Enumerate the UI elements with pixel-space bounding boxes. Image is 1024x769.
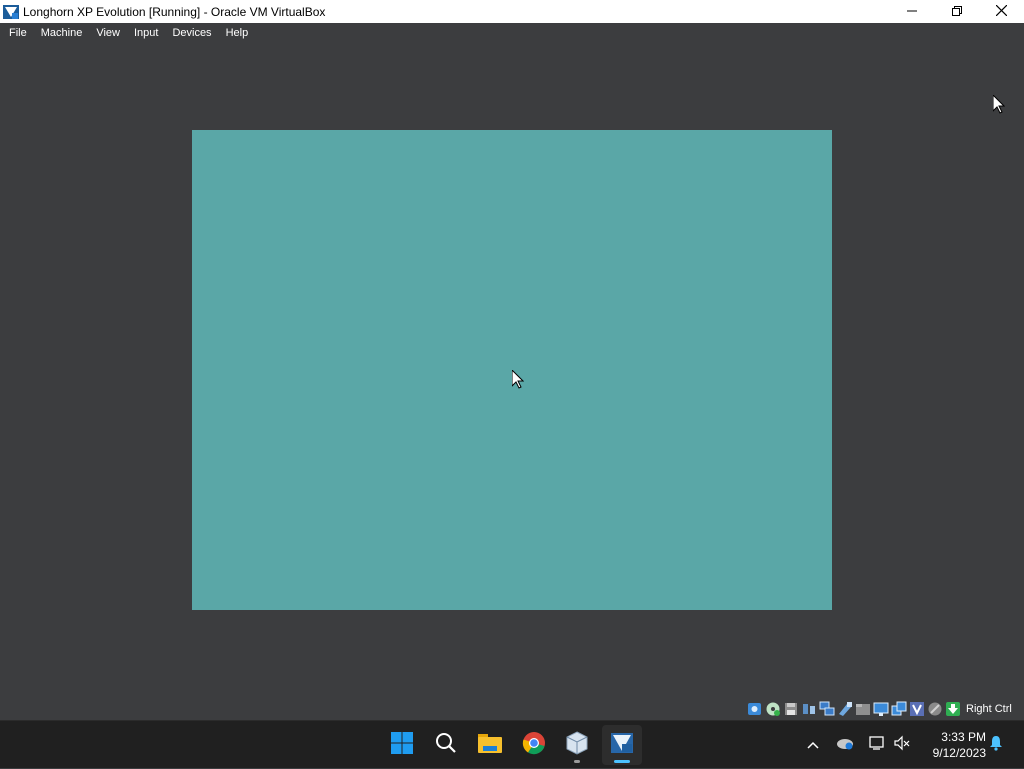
volume-button[interactable] — [891, 721, 913, 769]
onedrive-icon — [836, 736, 854, 755]
onedrive-button[interactable] — [834, 721, 856, 769]
minimize-button[interactable] — [889, 0, 934, 23]
menu-view[interactable]: View — [89, 23, 127, 43]
keyboard-capture-icon[interactable] — [945, 701, 961, 717]
close-icon — [995, 3, 1008, 21]
notifications-button[interactable] — [986, 721, 1006, 769]
vm-status-bar: Right Ctrl — [747, 699, 1024, 719]
menu-input[interactable]: Input — [127, 23, 165, 43]
start-button[interactable] — [382, 725, 422, 765]
usb-icon[interactable] — [837, 701, 853, 717]
vm-guest-screen[interactable] — [192, 130, 832, 610]
file-explorer-button[interactable] — [470, 725, 510, 765]
display-icon[interactable] — [873, 701, 889, 717]
window-title: Longhorn XP Evolution [Running] - Oracle… — [23, 4, 326, 19]
minimize-icon — [906, 3, 917, 21]
shared-folders-icon[interactable] — [855, 701, 871, 717]
menu-bar: File Machine View Input Devices Help — [0, 23, 1024, 43]
restore-button[interactable] — [934, 0, 979, 23]
mouse-integration-icon[interactable] — [927, 701, 943, 717]
hard-disk-icon[interactable] — [747, 701, 763, 717]
optical-drive-icon[interactable] — [765, 701, 781, 717]
network-icon — [868, 735, 886, 756]
search-button[interactable] — [426, 725, 466, 765]
active-indicator — [614, 760, 630, 763]
menu-devices[interactable]: Devices — [165, 23, 218, 43]
clock[interactable]: 3:33 PM 9/12/2023 — [920, 729, 986, 761]
title-bar: Longhorn XP Evolution [Running] - Oracle… — [0, 0, 1024, 23]
virtualbox-button[interactable] — [557, 725, 597, 765]
clock-time: 3:33 PM — [941, 730, 986, 744]
menu-help[interactable]: Help — [219, 23, 256, 43]
file-explorer-icon — [477, 731, 503, 760]
menu-file[interactable]: File — [2, 23, 34, 43]
host-key-label[interactable]: Right Ctrl — [966, 703, 1012, 715]
restore-icon — [951, 3, 962, 21]
volume-muted-icon — [893, 735, 911, 756]
floppy-icon[interactable] — [783, 701, 799, 717]
close-button[interactable] — [979, 0, 1024, 23]
start-icon — [390, 731, 414, 760]
running-indicator — [574, 760, 580, 763]
chrome-icon — [522, 731, 546, 760]
clock-date: 9/12/2023 — [932, 746, 986, 760]
audio-icon[interactable] — [801, 701, 817, 717]
window-controls — [889, 0, 1024, 23]
menu-machine[interactable]: Machine — [34, 23, 90, 43]
chevron-up-icon — [807, 736, 819, 754]
virtualbox-icon — [565, 730, 589, 760]
virtualbox-vm-icon — [3, 4, 19, 20]
search-icon — [434, 731, 458, 760]
taskbar: 3:33 PM 9/12/2023 — [0, 720, 1024, 768]
longhorn-xp-vm-button[interactable] — [602, 725, 642, 765]
guest-cursor-icon — [511, 368, 525, 394]
video-capture-icon[interactable] — [891, 701, 907, 717]
network-status-button[interactable] — [866, 721, 888, 769]
chrome-button[interactable] — [514, 725, 554, 765]
virtualization-icon[interactable] — [909, 701, 925, 717]
notification-bell-icon — [989, 735, 1003, 756]
mouse-cursor-icon — [992, 93, 1006, 119]
longhorn-xp-vm-icon — [610, 731, 634, 760]
network-icon[interactable] — [819, 701, 835, 717]
show-hidden-icons-button[interactable] — [802, 721, 824, 769]
